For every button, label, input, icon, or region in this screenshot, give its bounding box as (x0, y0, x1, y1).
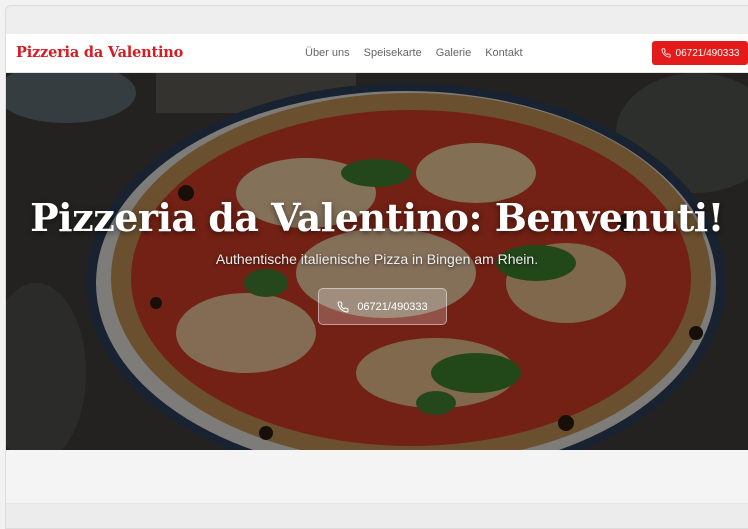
site-header: Pizzeria da Valentino Über uns Speisekar… (6, 34, 748, 73)
hero-title: Pizzeria da Valentino: Benvenuti! (30, 195, 724, 240)
nav-item-kontakt[interactable]: Kontakt (485, 47, 522, 59)
hero-subtitle: Authentische italienische Pizza in Binge… (215, 251, 539, 267)
main-nav: Über uns Speisekarte Galerie Kontakt (305, 47, 523, 59)
brand-logo[interactable]: Pizzeria da Valentino (16, 44, 183, 61)
content-section (6, 450, 748, 504)
phone-icon (660, 48, 671, 58)
nav-item-speisekarte[interactable]: Speisekarte (364, 47, 422, 59)
hero-section: Pizzeria da Valentino: Benvenuti! Authen… (6, 73, 748, 450)
phone-icon (337, 300, 349, 312)
browser-viewport: Pizzeria da Valentino Über uns Speisekar… (5, 5, 748, 529)
bottom-strip (6, 504, 748, 528)
header-call-button[interactable]: 06721/490333 (652, 41, 748, 65)
hero-call-label: 06721/490333 (357, 300, 428, 313)
hero-call-button[interactable]: 06721/490333 (318, 288, 447, 325)
header-call-label: 06721/490333 (675, 47, 740, 59)
top-strip (6, 6, 748, 34)
nav-item-ueber-uns[interactable]: Über uns (305, 47, 350, 59)
nav-item-galerie[interactable]: Galerie (436, 47, 471, 59)
